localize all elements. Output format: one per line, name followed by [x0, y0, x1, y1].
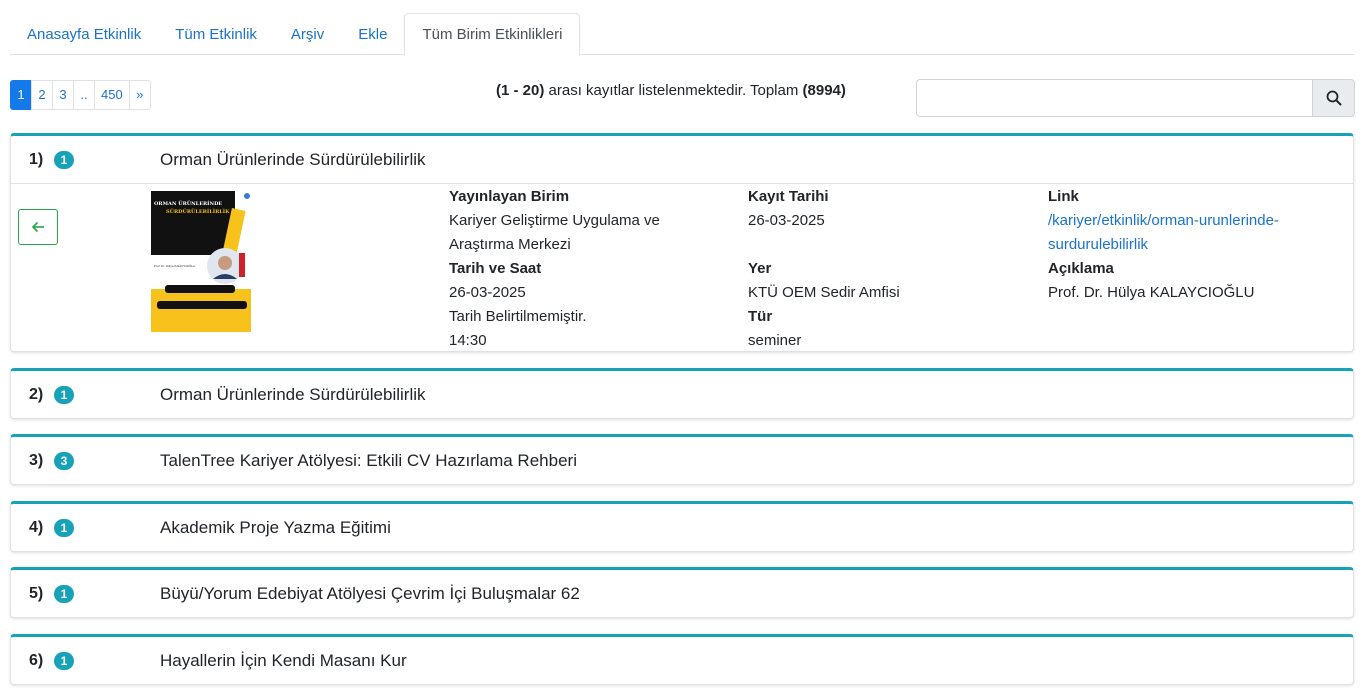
place-value: KTÜ OEM Sedir Amfisi [748, 284, 900, 301]
event-card: 1) 1 Orman Ürünlerinde Sürdürülebilirlik [10, 133, 1354, 352]
event-number: 3) [29, 451, 44, 469]
reg-label: Kayıt Tarihi [748, 188, 829, 205]
event-count-badge: 1 [54, 386, 74, 404]
search-group [916, 79, 1355, 117]
publisher-value-1: Kariyer Geliştirme Uygulama ve [449, 212, 660, 229]
desc-label: Açıklama [1048, 260, 1114, 277]
page-next[interactable]: » [128, 80, 151, 110]
records-summary: (1 - 20) arası kayıtlar listelenmektedir… [496, 82, 846, 99]
page-ellipsis[interactable]: .. [73, 80, 95, 110]
publisher-label: Yayınlayan Birim [449, 188, 570, 205]
event-number: 4) [29, 518, 44, 536]
date-value: 26-03-2025 [449, 284, 526, 301]
page-1[interactable]: 1 [10, 80, 32, 110]
poster-title-2: SÜRDÜRÜLEBİLİRLİK [166, 209, 230, 215]
event-card: 5) 1 Büyü/Yorum Edebiyat Atölyesi Çevrim… [10, 567, 1354, 618]
event-title: TalenTree Kariyer Atölyesi: Etkili CV Ha… [160, 450, 577, 470]
event-link-1[interactable]: /kariyer/etkinlik/orman-urunlerinde- [1048, 209, 1279, 233]
link-field: Link /kariyer/etkinlik/orman-urunlerinde… [1048, 185, 1279, 305]
event-card: 3) 3 TalenTree Kariyer Atölyesi: Etkili … [10, 434, 1354, 485]
records-total: (8994) [802, 82, 846, 99]
event-header[interactable]: 3) 3 TalenTree Kariyer Atölyesi: Etkili … [11, 437, 1353, 484]
page-450[interactable]: 450 [94, 80, 130, 110]
event-count-badge: 1 [54, 652, 74, 670]
page-2[interactable]: 2 [31, 80, 53, 110]
page-3[interactable]: 3 [52, 80, 74, 110]
event-number: 1) [29, 150, 44, 168]
nav-tabs: Anasayfa Etkinlik Tüm Etkinlik Arşiv Ekl… [10, 13, 1354, 56]
event-card: 4) 1 Akademik Proje Yazma Eğitimi [10, 501, 1354, 552]
tab-ekle[interactable]: Ekle [341, 13, 404, 55]
event-number: 2) [29, 385, 44, 403]
event-title: Akademik Proje Yazma Eğitimi [160, 517, 391, 537]
type-label: Tür [748, 308, 773, 325]
event-card: 2) 1 Orman Ürünlerinde Sürdürülebilirlik [10, 368, 1354, 419]
event-header[interactable]: 1) 1 Orman Ürünlerinde Sürdürülebilirlik [11, 136, 1353, 183]
date-note: Tarih Belirtilmemiştir. [449, 308, 587, 325]
poster-speaker: Prof. Dr. Hülya KALAYCIOĞLU [154, 264, 196, 268]
event-title: Büyü/Yorum Edebiyat Atölyesi Çevrim İçi … [160, 583, 580, 603]
link-label: Link [1048, 188, 1079, 205]
tab-anasayfa-etkinlik[interactable]: Anasayfa Etkinlik [10, 13, 158, 55]
search-button[interactable] [1313, 79, 1355, 117]
publisher-field: Yayınlayan Birim Kariyer Geliştirme Uygu… [449, 185, 660, 353]
publisher-value-2: Araştırma Merkezi [449, 236, 571, 253]
event-header[interactable]: 6) 1 Hayallerin İçin Kendi Masanı Kur [11, 637, 1353, 684]
event-title: Orman Ürünlerinde Sürdürülebilirlik [160, 149, 426, 169]
pagination: 1 2 3 .. 450 » [10, 80, 151, 110]
event-title: Orman Ürünlerinde Sürdürülebilirlik [160, 384, 426, 404]
type-value: seminer [748, 332, 802, 349]
datetime-label: Tarih ve Saat [449, 260, 542, 277]
event-card: 6) 1 Hayallerin İçin Kendi Masanı Kur [10, 634, 1354, 685]
event-count-badge: 1 [54, 519, 74, 537]
back-button[interactable] [18, 209, 58, 245]
tab-arsiv[interactable]: Arşiv [274, 13, 341, 55]
records-text: arası kayıtlar listelenmektedir. Toplam [544, 82, 803, 99]
event-number: 6) [29, 651, 44, 669]
event-header[interactable]: 4) 1 Akademik Proje Yazma Eğitimi [11, 504, 1353, 551]
search-icon [1326, 90, 1341, 106]
records-range: (1 - 20) [496, 82, 545, 99]
event-count-badge: 1 [54, 585, 74, 603]
time-value: 14:30 [449, 332, 487, 349]
search-input[interactable] [916, 79, 1313, 117]
arrow-left-icon [31, 221, 44, 233]
event-header[interactable]: 5) 1 Büyü/Yorum Edebiyat Atölyesi Çevrim… [11, 570, 1353, 617]
event-count-badge: 3 [54, 452, 74, 470]
place-label: Yer [748, 260, 772, 277]
event-header[interactable]: 2) 1 Orman Ürünlerinde Sürdürülebilirlik [11, 371, 1353, 418]
event-detail: ORMAN ÜRÜNLERİNDE SÜRDÜRÜLEBİLİRLİK Prof… [11, 183, 1353, 351]
tab-tum-etkinlik[interactable]: Tüm Etkinlik [158, 13, 274, 55]
poster-title-1: ORMAN ÜRÜNLERİNDE [154, 201, 223, 207]
event-count-badge: 1 [54, 151, 74, 169]
event-number: 5) [29, 584, 44, 602]
event-poster: ORMAN ÜRÜNLERİNDE SÜRDÜRÜLEBİLİRLİK Prof… [151, 191, 251, 332]
reg-date: 26-03-2025 [748, 212, 825, 229]
registration-field: Kayıt Tarihi 26-03-2025 Yer KTÜ OEM Sedi… [748, 185, 900, 353]
event-link-2[interactable]: surdurulebilirlik [1048, 233, 1279, 257]
tab-tum-birim-etkinlikleri[interactable]: Tüm Birim Etkinlikleri [404, 13, 581, 56]
desc-value: Prof. Dr. Hülya KALAYCIOĞLU [1048, 284, 1255, 301]
event-title: Hayallerin İçin Kendi Masanı Kur [160, 650, 407, 670]
